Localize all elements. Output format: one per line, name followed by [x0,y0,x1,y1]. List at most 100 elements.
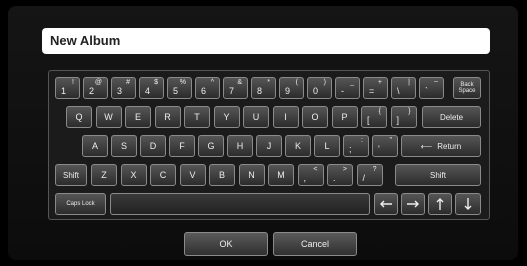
key-back-space[interactable]: Back Space [453,77,481,99]
key-e[interactable]: E [125,106,151,128]
key-shift-right[interactable]: Shift [395,164,481,186]
key-symbol[interactable]: 3 # [111,77,136,99]
key-primary-char: 7 [229,86,235,96]
key-shift-char: < [313,166,318,173]
key-shift-char: ) [323,79,326,86]
key-shift-char: | [408,79,410,86]
key-shift-left[interactable]: Shift [55,164,87,186]
key-p[interactable]: P [331,106,358,128]
key-shift-char: : [361,137,363,144]
key-return[interactable]: ⟵ Return [401,135,481,157]
key-symbol[interactable]: . > [327,164,353,186]
key-shift-char: ^ [210,79,214,86]
key-caps-lock[interactable]: Caps Lock [55,193,106,215]
key-primary-char: . [333,173,336,183]
key-q[interactable]: Q [66,106,92,128]
key-l[interactable]: L [314,135,340,157]
key-symbol[interactable]: /? [356,164,383,186]
key-symbol[interactable]: 0) [307,77,332,99]
key-c[interactable]: C [150,164,176,186]
key-primary-char: 5 [173,86,179,96]
key-primary-char: ] [396,115,400,125]
key-shift-char: * [267,79,270,86]
key-delete[interactable]: Delete [422,106,481,128]
key-u[interactable]: U [243,106,269,128]
key-r[interactable]: R [154,106,181,128]
key-y[interactable]: Y [213,106,240,128]
key-z[interactable]: Z [91,164,117,186]
key-primary-char: - [341,86,344,96]
right-arrow-icon [407,200,419,208]
up-arrow-icon [436,198,444,210]
key-shift-char: % [179,79,186,86]
key-symbol[interactable]: 5% [167,77,192,99]
key-g[interactable]: G [198,135,224,157]
key-down-arrow[interactable] [455,193,481,215]
key-b[interactable]: B [209,164,235,186]
key-space[interactable] [110,193,370,215]
key-up-arrow[interactable] [428,193,452,215]
key-w[interactable]: W [95,106,122,128]
key-n[interactable]: N [238,164,265,186]
key-symbol[interactable]: ' " [372,135,398,157]
left-arrow-icon [380,200,392,208]
key-symbol[interactable]: \ | [391,77,416,99]
key-primary-char: = [369,86,375,96]
key-symbol[interactable]: = + [363,77,388,99]
key-symbol[interactable]: ]} [390,106,417,128]
key-shift-char: # [126,79,130,86]
key-symbol[interactable]: ;: [343,135,369,157]
ok-button[interactable]: OK [184,232,268,256]
key-symbol[interactable]: , < [297,164,324,186]
key-symbol[interactable]: 2 @ [83,77,108,99]
key-shift-char: } [408,108,411,115]
key-x[interactable]: X [120,164,147,186]
key-primary-char: 9 [285,86,291,96]
key-primary-char: ; [349,144,352,154]
album-name-input[interactable]: New Album [42,28,490,54]
key-shift-char: ! [72,79,74,86]
key-shift-char: ~ [433,79,438,86]
key-primary-char: ` [425,86,428,96]
key-primary-char: 8 [257,86,263,96]
key-primary-char: / [362,173,366,183]
down-arrow-icon [464,198,472,210]
return-arrow-icon: ⟵ [420,141,433,151]
key-primary-char: 6 [201,86,207,96]
key-symbol[interactable]: 9( [279,77,304,99]
key-shift-char: @ [94,79,102,86]
key-symbol[interactable]: 8 * [251,77,276,99]
key-shift-char: ( [295,79,298,86]
key-shift-char: $ [154,79,158,86]
key-t[interactable]: T [184,106,210,128]
key-symbol[interactable]: 7 & [223,77,248,99]
key-v[interactable]: V [179,164,206,186]
key-m[interactable]: M [268,164,294,186]
key-symbol[interactable]: 1! [55,77,80,99]
key-k[interactable]: K [285,135,311,157]
key-symbol[interactable]: ` ~ [419,77,444,99]
key-j[interactable]: J [256,135,282,157]
key-primary-char: 3 [117,86,123,96]
key-symbol[interactable]: 6 ^ [195,77,220,99]
key-shift-char: { [378,108,381,115]
key-return-label: Return [437,141,462,151]
key-d[interactable]: D [140,135,166,157]
key-s[interactable]: S [111,135,137,157]
key-symbol[interactable]: - _ [335,77,360,99]
key-f[interactable]: F [169,135,195,157]
key-symbol[interactable]: [{ [361,106,387,128]
key-shift-char: _ [350,79,354,86]
key-left-arrow[interactable] [374,193,398,215]
key-a[interactable]: A [82,135,108,157]
key-symbol[interactable]: 4 $ [139,77,164,99]
key-primary-char: 2 [89,86,95,96]
key-i[interactable]: I [272,106,299,128]
key-right-arrow[interactable] [401,193,425,215]
key-primary-char: 4 [145,86,151,96]
key-h[interactable]: H [227,135,253,157]
cancel-button[interactable]: Cancel [273,232,357,256]
key-shift-char: & [237,79,242,86]
key-o[interactable]: O [302,106,328,128]
key-shift-char: " [389,137,393,144]
